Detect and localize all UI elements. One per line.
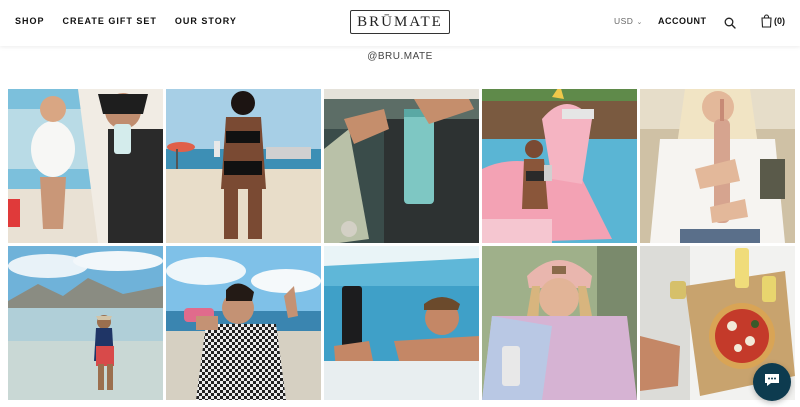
account-link[interactable]: ACCOUNT	[658, 16, 707, 26]
instagram-photo[interactable]	[482, 89, 637, 243]
instagram-handle[interactable]: @BRU.MATE	[0, 51, 800, 62]
instagram-photo[interactable]	[640, 89, 795, 243]
brand-logo-text: BRŪMATE	[357, 13, 443, 30]
instagram-photo[interactable]	[8, 246, 163, 400]
bag-icon	[761, 14, 772, 28]
instagram-photo[interactable]	[166, 89, 321, 243]
brand-logo[interactable]: BRŪMATE	[350, 10, 450, 34]
primary-nav: SHOP CREATE GIFT SET OUR STORY	[15, 16, 237, 26]
instagram-photo[interactable]	[166, 246, 321, 400]
nav-create-gift-set[interactable]: CREATE GIFT SET	[63, 16, 157, 26]
nav-shop[interactable]: SHOP	[15, 16, 45, 26]
currency-selector[interactable]: USD ⌄	[614, 16, 643, 26]
chat-icon	[762, 370, 782, 395]
chevron-down-icon: ⌄	[636, 19, 643, 26]
search-icon[interactable]	[724, 16, 736, 29]
cart-button[interactable]: (0)	[761, 14, 785, 28]
instagram-photo[interactable]	[324, 246, 479, 400]
currency-label: USD	[614, 16, 634, 26]
chat-button[interactable]	[753, 363, 791, 401]
instagram-photo[interactable]	[324, 89, 479, 243]
instagram-photo[interactable]	[482, 246, 637, 400]
instagram-photo[interactable]	[8, 89, 163, 243]
nav-our-story[interactable]: OUR STORY	[175, 16, 237, 26]
cart-count: (0)	[774, 16, 785, 26]
site-header: SHOP CREATE GIFT SET OUR STORY BRŪMATE U…	[0, 0, 800, 46]
instagram-grid	[8, 89, 795, 400]
